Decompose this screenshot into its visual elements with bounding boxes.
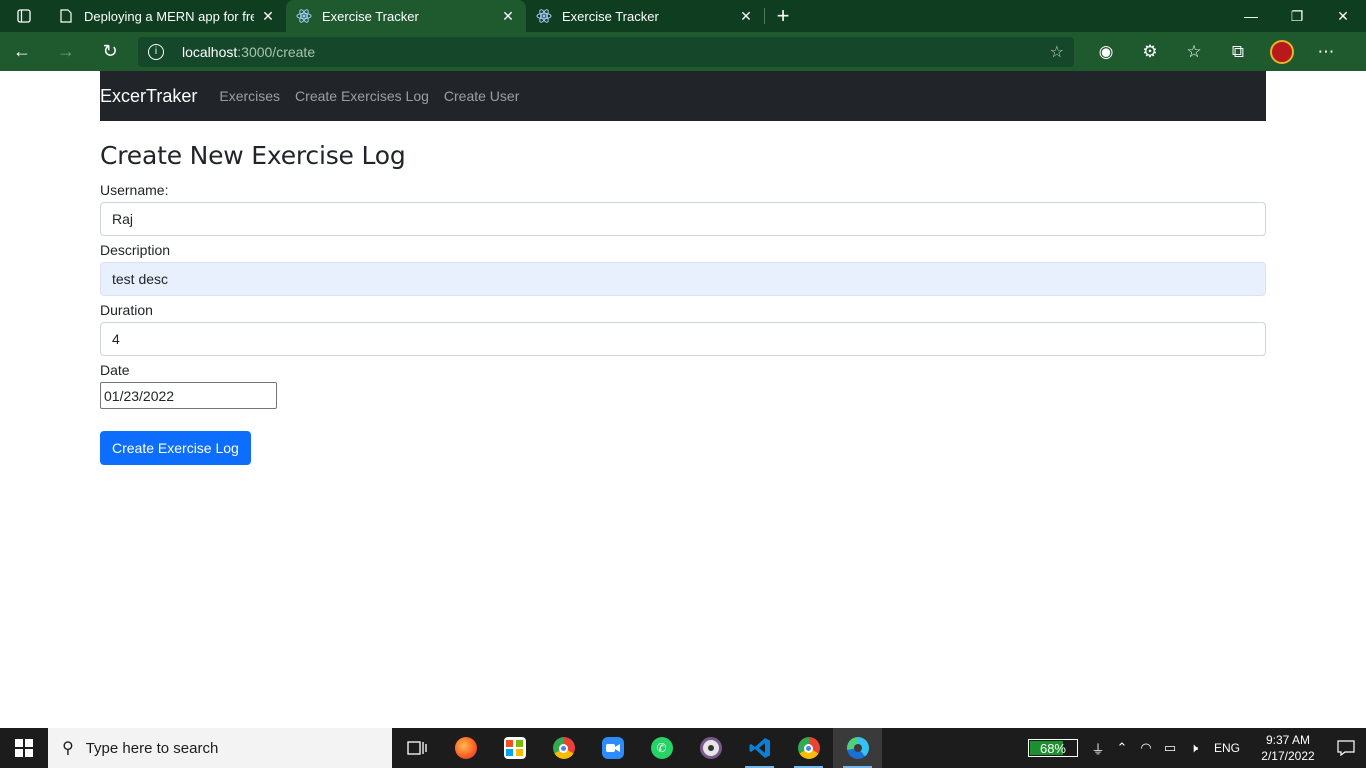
plug-icon[interactable]: ⏚ [1086,739,1110,758]
media-player-icon[interactable] [686,728,735,768]
browser-tab-3[interactable]: Exercise Tracker ✕ [526,0,764,32]
chevron-up-icon[interactable]: ⌃ [1110,740,1134,756]
close-tab-icon[interactable]: ✕ [738,8,754,24]
edge-icon[interactable] [833,728,882,768]
windows-start-icon[interactable] [0,728,48,768]
notifications-icon[interactable] [1326,728,1366,768]
username-label: Username: [100,182,169,198]
description-label: Description [100,242,171,258]
forward-arrow-icon[interactable]: → [44,32,88,71]
close-tab-icon[interactable]: ✕ [500,8,516,24]
whatsapp-icon[interactable]: ✆ [637,728,686,768]
browser-toolbar: ◉ ⚙ ☆ ⧉ ⋯ [1084,32,1348,71]
page-title: Create New Exercise Log [100,141,406,170]
browser-address-bar: ← → ↻ i localhost:3000/create ☆ ◉ ⚙ ☆ ⧉ … [0,32,1366,71]
chrome-profile-icon[interactable] [784,728,833,768]
extension-circle-icon[interactable]: ◉ [1084,32,1128,71]
volume-icon[interactable]: 🕨 [1182,740,1206,756]
clock-date: 2/17/2022 [1261,749,1315,763]
tab-title: Deploying a MERN app for free t [84,8,254,24]
url-input[interactable]: i localhost:3000/create ☆ [138,36,1074,67]
browser-tab-bar: Deploying a MERN app for free t ✕ Exerci… [0,0,1366,32]
chrome-icon[interactable] [539,728,588,768]
firefox-icon[interactable] [441,728,490,768]
vscode-icon[interactable] [735,728,784,768]
profile-avatar[interactable] [1270,39,1294,64]
date-label: Date [100,362,130,378]
search-icon: ⚲ [62,740,74,757]
nav-link-create-user[interactable]: Create User [444,88,519,104]
tab-title: Exercise Tracker [562,8,659,24]
nav-link-create-exercise-log[interactable]: Create Exercises Log [295,88,429,104]
description-input[interactable]: test desc [100,262,1266,296]
battery-percent: 68% [1039,740,1066,756]
favorites-icon[interactable]: ☆ [1172,32,1216,71]
task-view-icon[interactable] [392,728,441,768]
close-window-icon[interactable]: ✕ [1320,0,1366,32]
app-navbar: ExcerTraker Exercises Create Exercises L… [100,71,1266,121]
zoom-icon[interactable] [588,728,637,768]
wifi-icon[interactable]: ◠ [1134,740,1158,756]
close-tab-icon[interactable]: ✕ [260,8,276,24]
navbar-brand[interactable]: ExcerTraker [100,86,197,107]
date-picker-input[interactable]: 01/23/2022 [100,382,277,409]
taskbar-search-placeholder: Type here to search [85,739,219,757]
language-indicator[interactable]: ENG [1214,741,1240,755]
browser-tab-2[interactable]: Exercise Tracker ✕ [286,0,526,32]
url-path: :3000/create [237,43,316,60]
duration-input[interactable]: 4 [100,322,1266,356]
system-tray: 68% ⏚ ⌃ ◠ ▭ 🕨 ENG 9:37 AM 2/17/2022 [1027,728,1366,768]
minimize-icon[interactable]: — [1228,0,1274,32]
refresh-icon[interactable]: ↻ [88,32,132,71]
extensions-puzzle-icon[interactable]: ⚙ [1128,32,1172,71]
web-page: ExcerTraker Exercises Create Exercises L… [0,71,1366,728]
new-tab-icon[interactable]: + [765,0,801,32]
duration-label: Duration [100,302,153,318]
nav-link-exercises[interactable]: Exercises [219,88,280,104]
page-icon [58,8,74,24]
taskbar-search-box[interactable]: ⚲ Type here to search [48,728,392,768]
react-icon [536,8,552,24]
create-exercise-form: Create New Exercise Log Username: Raj De… [100,141,1266,465]
taskbar-apps: ✆ [392,728,882,768]
react-icon [296,8,312,24]
battery-charging-icon[interactable]: ▭ [1158,740,1182,756]
tab-title: Exercise Tracker [322,8,419,24]
window-controls: — ❐ ✕ [1228,0,1366,32]
system-clock[interactable]: 9:37 AM 2/17/2022 [1258,732,1318,764]
battery-indicator[interactable]: 68% [1027,739,1078,757]
windows-taskbar: ⚲ Type here to search ✆ 68% ⏚ ⌃ ◠ ▭ 🕨 EN… [0,728,1366,768]
site-info-icon[interactable]: i [148,43,164,60]
tab-actions-icon[interactable] [0,0,48,32]
collections-icon[interactable]: ⧉ [1216,32,1260,71]
browser-tab-1[interactable]: Deploying a MERN app for free t ✕ [48,0,286,32]
clock-time: 9:37 AM [1265,733,1311,747]
restore-icon[interactable]: ❐ [1274,0,1320,32]
back-arrow-icon[interactable]: ← [0,32,44,71]
url-host: localhost [182,43,238,60]
create-exercise-log-button[interactable]: Create Exercise Log [100,431,251,465]
username-select[interactable]: Raj [100,202,1266,236]
microsoft-store-icon[interactable] [490,728,539,768]
more-menu-icon[interactable]: ⋯ [1304,32,1348,71]
add-favorite-icon[interactable]: ☆ [1050,42,1064,62]
